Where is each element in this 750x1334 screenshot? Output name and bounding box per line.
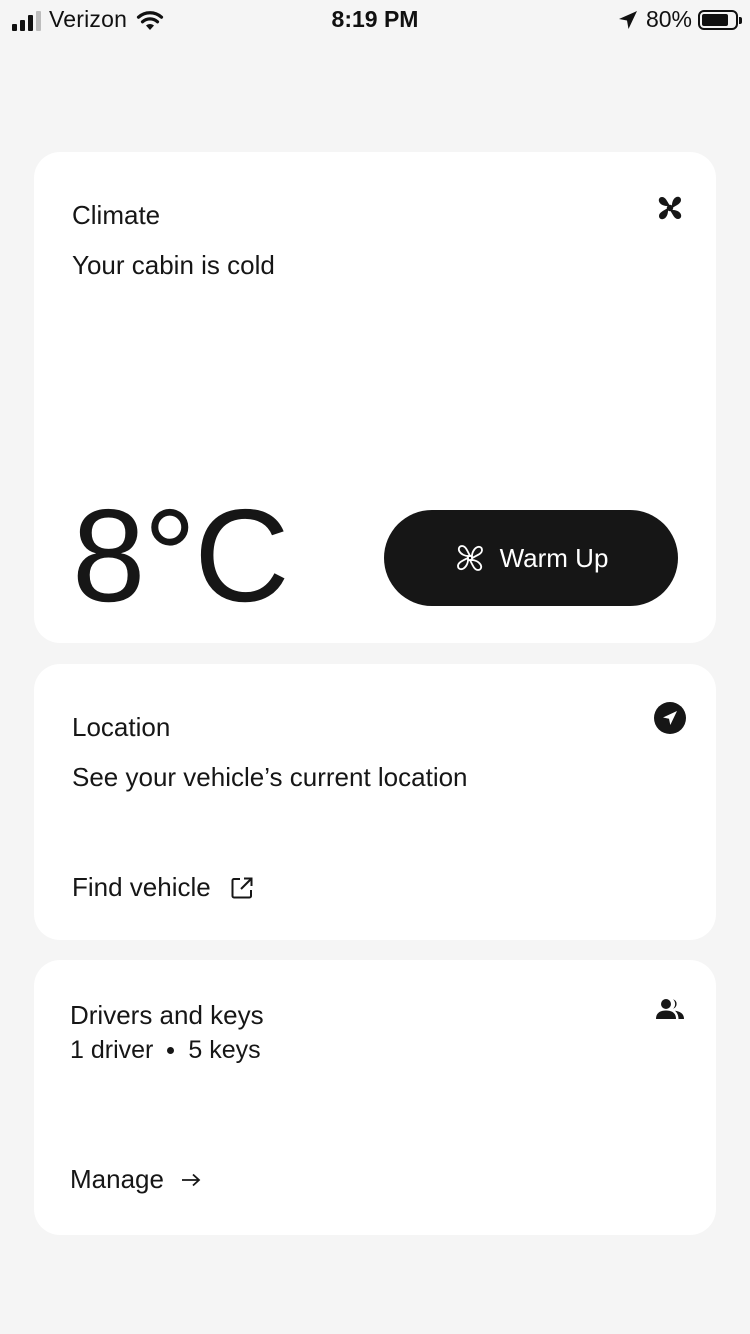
battery-icon <box>698 9 742 30</box>
location-subtitle: See your vehicle’s current location <box>72 762 468 792</box>
key-count: 5 keys <box>188 1036 261 1064</box>
find-vehicle-label: Find vehicle <box>72 872 211 902</box>
manage-link[interactable]: Manage <box>70 1164 202 1195</box>
people-icon <box>656 999 684 1019</box>
location-title: Location <box>72 712 171 742</box>
arrow-right-icon <box>181 1173 201 1186</box>
location-services-icon <box>618 10 637 29</box>
driver-count: 1 driver <box>70 1036 154 1064</box>
drivers-keys-summary: 1 driver 5 keys <box>70 1036 261 1065</box>
battery-cap <box>739 16 742 24</box>
fan-icon <box>658 196 682 220</box>
status-right: 80% <box>618 6 742 33</box>
separator-dot <box>167 1047 175 1054</box>
navigation-icon <box>654 702 686 734</box>
location-card[interactable]: Location See your vehicle’s current loca… <box>34 664 716 940</box>
fan-icon <box>456 545 483 571</box>
climate-title: Climate <box>72 200 161 230</box>
external-link-icon <box>231 877 253 898</box>
battery-percent: 80% <box>645 6 692 32</box>
climate-card[interactable]: Climate Your cabin is cold 8°C Warm Up <box>34 152 716 643</box>
warm-up-label: Warm Up <box>499 542 609 573</box>
manage-label: Manage <box>70 1164 164 1194</box>
drivers-keys-card[interactable]: Drivers and keys 1 driver 5 keys Manage <box>34 960 716 1235</box>
warm-up-button[interactable]: Warm Up <box>384 510 678 606</box>
cabin-temperature: 8°C <box>72 482 290 629</box>
battery-level-fill <box>702 13 728 26</box>
climate-subtitle: Your cabin is cold <box>72 250 275 280</box>
drivers-keys-title: Drivers and keys <box>70 1000 264 1030</box>
status-bar: Verizon 8:19 PM 80% <box>0 0 750 42</box>
find-vehicle-link[interactable]: Find vehicle <box>72 872 255 903</box>
